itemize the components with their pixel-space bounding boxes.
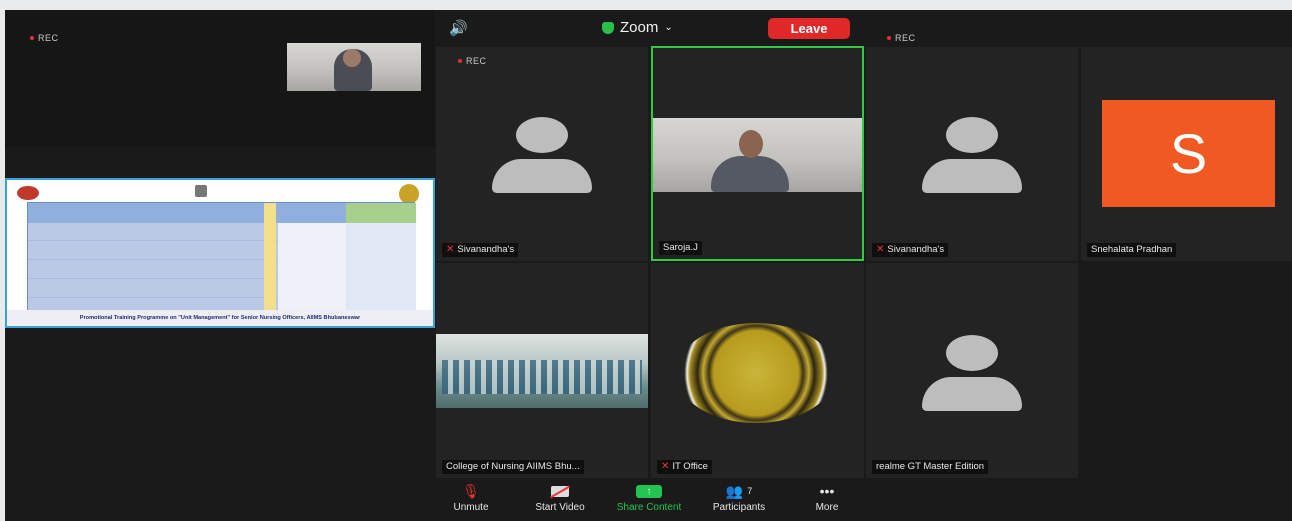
participant-tile[interactable]: College of Nursing AIIMS Bhu... <box>436 263 648 478</box>
participant-tile[interactable]: realme GT Master Edition <box>866 263 1078 478</box>
mic-muted-icon: ✕ <box>876 244 885 255</box>
participant-name-label: Saroja.J <box>659 241 702 255</box>
self-view-video[interactable] <box>287 43 421 91</box>
students-rows <box>442 360 642 394</box>
table-white-columns <box>278 223 348 313</box>
participant-tile-active-speaker[interactable]: Saroja.J <box>651 46 864 261</box>
rec-dot-icon <box>30 36 34 40</box>
classroom-video <box>436 334 648 408</box>
table-green-header <box>346 203 416 223</box>
participants-count: 7 <box>747 486 753 496</box>
rec-indicator-tile: REC <box>458 56 487 66</box>
slide-logo-left-icon <box>17 186 39 200</box>
more-button[interactable]: ••• More <box>807 480 847 513</box>
mic-muted-icon: ✕ <box>446 244 455 255</box>
rec-indicator-left: REC <box>30 33 59 43</box>
participants-icon: 👥 7 <box>725 482 753 499</box>
rec-indicator-right: REC <box>887 33 916 43</box>
participants-button[interactable]: 👥 7 Participants <box>701 480 777 514</box>
rec-dot-icon <box>887 36 891 40</box>
zoom-menu[interactable]: Zoom ⌄ <box>602 19 673 36</box>
shield-check-icon <box>602 21 614 34</box>
participant-name-label: ✕ Sivanandha's <box>872 243 949 257</box>
chevron-down-icon: ⌄ <box>664 22 673 33</box>
rec-dot-icon <box>458 59 462 63</box>
participant-name-label: ✕ Sivanandha's <box>442 243 519 257</box>
bottom-toolbar: 🎙 Unmute Start Video ↑ Share Content 👥 7 … <box>435 480 865 521</box>
participant-tile[interactable]: S Snehalata Pradhan <box>1081 47 1292 261</box>
video-off-icon <box>549 480 571 502</box>
participant-name-label: ✕ IT Office <box>657 460 712 474</box>
participant-tile[interactable]: REC ✕ Sivanandha's <box>436 47 648 261</box>
slide-logo-right-icon <box>399 184 419 204</box>
avatar-placeholder-icon <box>492 117 592 193</box>
participant-name-label: realme GT Master Edition <box>872 460 989 474</box>
mic-muted-icon: ✕ <box>661 461 670 472</box>
participant-tile[interactable]: ✕ Sivanandha's <box>866 47 1078 261</box>
initial-avatar: S <box>1102 100 1275 207</box>
participant-name-label: Snehalata Pradhan <box>1087 243 1177 257</box>
speaker-icon[interactable]: 🔊 <box>449 19 468 37</box>
aiims-emblem-icon <box>676 323 836 423</box>
shared-screen[interactable]: Promotional Training Programme on "Unit … <box>5 178 435 328</box>
slide-footer: Promotional Training Programme on "Unit … <box>7 310 433 326</box>
person-face <box>343 49 361 67</box>
share-content-button[interactable]: ↑ Share Content <box>605 480 693 513</box>
unmute-button[interactable]: 🎙 Unmute <box>447 480 495 514</box>
mic-off-icon: 🎙 <box>462 482 480 499</box>
share-arrow-icon: ↑ <box>636 480 662 502</box>
participant-tile[interactable]: ✕ IT Office <box>651 263 864 478</box>
avatar-placeholder-icon <box>922 117 1022 193</box>
participant-video <box>653 118 862 192</box>
leave-button[interactable]: Leave <box>768 18 850 39</box>
more-dots-icon: ••• <box>819 483 835 499</box>
table-highlight-column <box>264 203 276 311</box>
slide-emblem-icon <box>195 185 207 197</box>
start-video-button[interactable]: Start Video <box>525 480 595 513</box>
participant-name-label: College of Nursing AIIMS Bhu... <box>442 460 584 474</box>
avatar-placeholder-icon <box>922 335 1022 411</box>
person-figure <box>711 156 789 192</box>
person-face <box>739 130 763 158</box>
slide-table <box>27 202 416 313</box>
